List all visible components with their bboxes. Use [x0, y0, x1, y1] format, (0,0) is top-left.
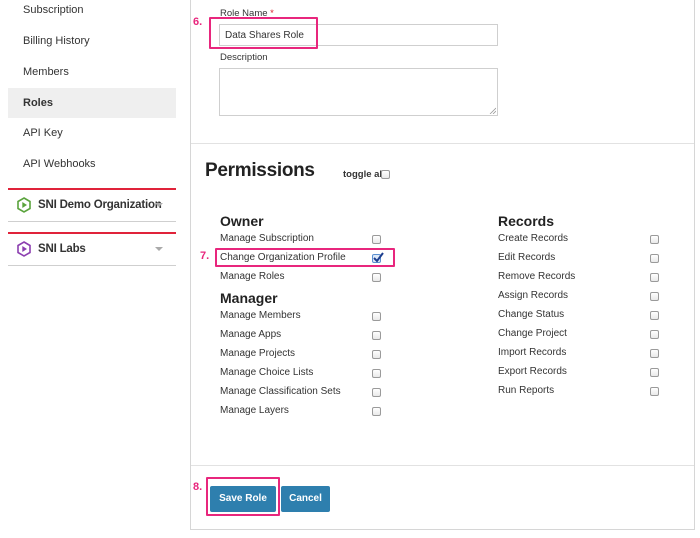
- step-marker-6: 6.: [193, 16, 203, 28]
- org-separator: [8, 188, 176, 190]
- perm-label-manage-apps: Manage Apps: [220, 329, 282, 340]
- perm-checkbox-change-project[interactable]: [650, 330, 659, 339]
- perm-label-manage-choice-lists: Manage Choice Lists: [220, 367, 314, 378]
- sidebar-item-label: Roles: [23, 97, 53, 109]
- highlight-change-organization-profile: [215, 248, 395, 267]
- org-switcher-sni-demo[interactable]: SNI Demo Organization: [8, 188, 176, 222]
- chevron-down-icon[interactable]: [155, 203, 163, 207]
- perm-checkbox-manage-layers[interactable]: [372, 407, 381, 416]
- perm-label-run-reports: Run Reports: [498, 385, 555, 396]
- group-title-manager: Manager: [220, 290, 278, 306]
- perm-label-manage-projects: Manage Projects: [220, 348, 296, 359]
- sidebar-item-label: API Key: [23, 127, 63, 139]
- resize-handle-icon[interactable]: [489, 107, 496, 114]
- chevron-down-icon[interactable]: [155, 247, 163, 251]
- group-title-owner: Owner: [220, 213, 264, 229]
- highlight-save-role: [206, 477, 280, 516]
- green-play-hexagon-icon: [17, 197, 31, 213]
- description-label: Description: [220, 52, 268, 63]
- org-name: SNI Demo Organization: [38, 199, 162, 211]
- perm-checkbox-run-reports[interactable]: [650, 387, 659, 396]
- cancel-button[interactable]: Cancel: [281, 486, 330, 512]
- perm-checkbox-manage-members[interactable]: [372, 312, 381, 321]
- perm-checkbox-manage-classification-sets[interactable]: [372, 388, 381, 397]
- perm-checkbox-create-records[interactable]: [650, 235, 659, 244]
- perm-checkbox-remove-records[interactable]: [650, 273, 659, 282]
- sidebar-item-billing-history[interactable]: Billing History: [8, 26, 176, 56]
- perm-checkbox-manage-roles[interactable]: [372, 273, 381, 282]
- sidebar-item-label: Members: [23, 66, 69, 78]
- sidebar-item-subscription[interactable]: Subscription: [8, 0, 176, 25]
- description-textarea[interactable]: [219, 68, 498, 116]
- org-switcher-sni-labs[interactable]: SNI Labs: [8, 232, 176, 266]
- perm-label-edit-records: Edit Records: [498, 252, 556, 263]
- sidebar-item-members[interactable]: Members: [8, 57, 176, 87]
- highlight-role-name: [209, 17, 318, 49]
- perm-label-assign-records: Assign Records: [498, 290, 569, 301]
- perm-label-import-records: Import Records: [498, 347, 567, 358]
- sidebar-item-roles[interactable]: Roles: [8, 88, 176, 118]
- perm-label-manage-members: Manage Members: [220, 310, 301, 321]
- section-divider: [191, 143, 694, 144]
- sidebar: Subscription Billing History Members Rol…: [0, 0, 190, 538]
- sidebar-item-label: API Webhooks: [23, 158, 96, 170]
- perm-label-manage-classification-sets: Manage Classification Sets: [220, 386, 341, 397]
- divider: [8, 221, 176, 222]
- perm-checkbox-manage-subscription[interactable]: [372, 235, 381, 244]
- sidebar-item-api-webhooks[interactable]: API Webhooks: [8, 149, 176, 179]
- sidebar-item-label: Subscription: [23, 4, 84, 16]
- org-separator: [8, 232, 176, 234]
- org-name: SNI Labs: [38, 243, 86, 255]
- permissions-heading: Permissions: [205, 160, 315, 181]
- perm-checkbox-manage-projects[interactable]: [372, 350, 381, 359]
- perm-checkbox-export-records[interactable]: [650, 368, 659, 377]
- perm-label-change-project: Change Project: [498, 328, 567, 339]
- purple-play-hexagon-icon: [17, 241, 31, 257]
- divider: [8, 265, 176, 266]
- perm-checkbox-edit-records[interactable]: [650, 254, 659, 263]
- perm-label-remove-records: Remove Records: [498, 271, 576, 282]
- toggle-all-checkbox[interactable]: [381, 170, 390, 179]
- perm-checkbox-manage-apps[interactable]: [372, 331, 381, 340]
- step-marker-8: 8.: [193, 481, 203, 493]
- perm-label-manage-layers: Manage Layers: [220, 405, 289, 416]
- step-marker-7: 7.: [200, 250, 210, 262]
- perm-label-manage-roles: Manage Roles: [220, 271, 285, 282]
- perm-checkbox-manage-choice-lists[interactable]: [372, 369, 381, 378]
- perm-label-manage-subscription: Manage Subscription: [220, 233, 314, 244]
- perm-label-export-records: Export Records: [498, 366, 567, 377]
- perm-checkbox-assign-records[interactable]: [650, 292, 659, 301]
- sidebar-item-label: Billing History: [23, 35, 90, 47]
- sidebar-item-api-key[interactable]: API Key: [8, 118, 176, 148]
- perm-label-create-records: Create Records: [498, 233, 569, 244]
- perm-checkbox-change-status[interactable]: [650, 311, 659, 320]
- toggle-all-label: toggle all: [343, 169, 385, 180]
- perm-label-change-status: Change Status: [498, 309, 565, 320]
- section-divider: [191, 465, 694, 466]
- perm-checkbox-import-records[interactable]: [650, 349, 659, 358]
- group-title-records: Records: [498, 213, 555, 229]
